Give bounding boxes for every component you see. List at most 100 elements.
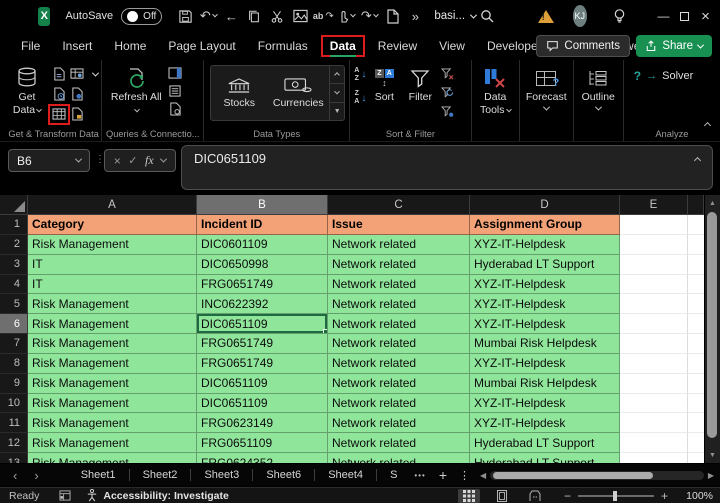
cell-B4[interactable]: FRG0651749 — [197, 275, 328, 295]
previous-sheet-button[interactable]: ‹ — [13, 468, 17, 483]
undo-button[interactable]: ↶ — [197, 4, 219, 28]
page-layout-view-button[interactable] — [491, 489, 513, 503]
column-header-D[interactable]: D — [470, 195, 620, 215]
cell-D7[interactable]: Mumbai Risk Helpdesk — [470, 334, 620, 354]
search-button[interactable] — [476, 4, 498, 28]
maximize-button[interactable] — [674, 2, 695, 30]
cell-E5[interactable] — [620, 294, 688, 314]
minimize-button[interactable]: — — [653, 2, 674, 30]
cell-E2[interactable] — [620, 235, 688, 255]
row-header-10[interactable]: 10 — [0, 394, 28, 414]
zoom-level[interactable]: 100% — [675, 490, 713, 502]
document-title[interactable]: basi... — [434, 10, 476, 22]
stocks-button[interactable]: Stocks — [211, 66, 267, 120]
cell-E13[interactable] — [620, 453, 688, 463]
scroll-right-button[interactable]: ▶ — [708, 471, 714, 480]
cell-D6[interactable]: XYZ-IT-Helpdesk — [470, 314, 620, 334]
queries-pane-button[interactable] — [166, 64, 184, 81]
row-header-7[interactable]: 7 — [0, 334, 28, 354]
cell-F8[interactable] — [688, 354, 704, 374]
sort-descending-button[interactable]: ZA ↓ — [354, 90, 366, 105]
normal-view-button[interactable] — [458, 489, 480, 503]
cell-D1[interactable]: Assignment Group — [470, 215, 620, 235]
row-header-6[interactable]: 6 — [0, 314, 28, 334]
cell-B13[interactable]: FRG0624352 — [197, 453, 328, 463]
cell-E12[interactable] — [620, 433, 688, 453]
zoom-in-button[interactable]: + — [661, 489, 668, 503]
cell-A10[interactable]: Risk Management — [28, 394, 197, 414]
cell-C4[interactable]: Network related — [328, 275, 470, 295]
cell-A12[interactable]: Risk Management — [28, 433, 197, 453]
save-button[interactable] — [174, 4, 196, 28]
cell-B2[interactable]: DIC0601109 — [197, 235, 328, 255]
solver-button[interactable]: ? → Solver — [624, 63, 694, 83]
new-file-button[interactable] — [381, 4, 403, 28]
cell-D3[interactable]: Hyderabad LT Support — [470, 255, 620, 275]
cell-F11[interactable] — [688, 413, 704, 433]
cell-D8[interactable]: XYZ-IT-Helpdesk — [470, 354, 620, 374]
from-workbook-button[interactable] — [68, 106, 86, 123]
row-header-9[interactable]: 9 — [0, 374, 28, 394]
cell-B5[interactable]: INC0622392 — [197, 294, 328, 314]
more-sheets-indicator[interactable]: ••• — [414, 471, 425, 480]
insert-function-button[interactable]: fx — [145, 153, 154, 168]
tab-file[interactable]: File — [10, 35, 51, 57]
cell-E10[interactable] — [620, 394, 688, 414]
cell-A7[interactable]: Risk Management — [28, 334, 197, 354]
cell-E7[interactable] — [620, 334, 688, 354]
row-header-4[interactable]: 4 — [0, 275, 28, 295]
scroll-down-button[interactable]: ▼ — [705, 448, 720, 462]
cell-D11[interactable]: XYZ-IT-Helpdesk — [470, 413, 620, 433]
cell-C13[interactable]: Network related — [328, 453, 470, 463]
share-button[interactable]: Share — [636, 35, 712, 57]
cell-C10[interactable]: Network related — [328, 394, 470, 414]
row-header-11[interactable]: 11 — [0, 413, 28, 433]
cell-C1[interactable]: Issue — [328, 215, 470, 235]
vertical-scrollbar[interactable]: ▲ ▼ — [705, 195, 720, 463]
confirm-entry-button[interactable]: ✓ — [128, 154, 137, 167]
find-replace-button[interactable]: ab↷ — [312, 4, 334, 28]
currencies-button[interactable]: Currencies — [267, 66, 329, 120]
cell-A8[interactable]: Risk Management — [28, 354, 197, 374]
row-header-3[interactable]: 3 — [0, 255, 28, 275]
cell-E1[interactable] — [620, 215, 688, 235]
cell-E6[interactable] — [620, 314, 688, 334]
cell-B1[interactable]: Incident ID — [197, 215, 328, 235]
accessibility-status[interactable]: Accessibility: Investigate — [86, 489, 228, 502]
tab-review[interactable]: Review — [367, 35, 428, 57]
gallery-more-button[interactable]: ▼ — [330, 103, 344, 120]
cell-A13[interactable]: Risk Management — [28, 453, 197, 463]
sheet-tab-sheet6[interactable]: Sheet6 — [253, 469, 314, 481]
cut-button[interactable] — [266, 4, 288, 28]
row-header-12[interactable]: 12 — [0, 433, 28, 453]
horizontal-scrollbar[interactable]: ◀ ▶ — [480, 471, 714, 480]
from-picture-button[interactable] — [68, 66, 86, 83]
cell-E8[interactable] — [620, 354, 688, 374]
autosave-toggle[interactable]: Off — [121, 8, 162, 25]
name-box[interactable]: B6 — [8, 149, 90, 172]
lightbulb-button[interactable] — [609, 4, 631, 28]
tab-insert[interactable]: Insert — [51, 35, 103, 57]
touch-mode-button[interactable] — [335, 4, 357, 28]
cell-F6[interactable] — [688, 314, 704, 334]
formula-input[interactable]: DIC0651109 — [181, 145, 713, 190]
row-header-2[interactable]: 2 — [0, 235, 28, 255]
cell-B8[interactable]: FRG0651749 — [197, 354, 328, 374]
cell-A3[interactable]: IT — [28, 255, 197, 275]
redo-button[interactable]: ↷ — [358, 4, 380, 28]
cell-F4[interactable] — [688, 275, 704, 295]
cell-C9[interactable]: Network related — [328, 374, 470, 394]
cell-B11[interactable]: FRG0623149 — [197, 413, 328, 433]
cell-A2[interactable]: Risk Management — [28, 235, 197, 255]
column-header-C[interactable]: C — [328, 195, 470, 215]
cell-D4[interactable]: XYZ-IT-Helpdesk — [470, 275, 620, 295]
advanced-filter-button[interactable] — [438, 103, 456, 120]
reapply-filter-button[interactable] — [438, 84, 456, 101]
sheet-tab-s[interactable]: S — [377, 469, 410, 481]
cell-D12[interactable]: Hyderabad LT Support — [470, 433, 620, 453]
sheet-options-button[interactable]: ⋮ — [459, 469, 470, 482]
cell-B9[interactable]: DIC0651109 — [197, 374, 328, 394]
from-text-button[interactable] — [50, 66, 68, 83]
cell-B7[interactable]: FRG0651749 — [197, 334, 328, 354]
cell-B10[interactable]: DIC0651109 — [197, 394, 328, 414]
